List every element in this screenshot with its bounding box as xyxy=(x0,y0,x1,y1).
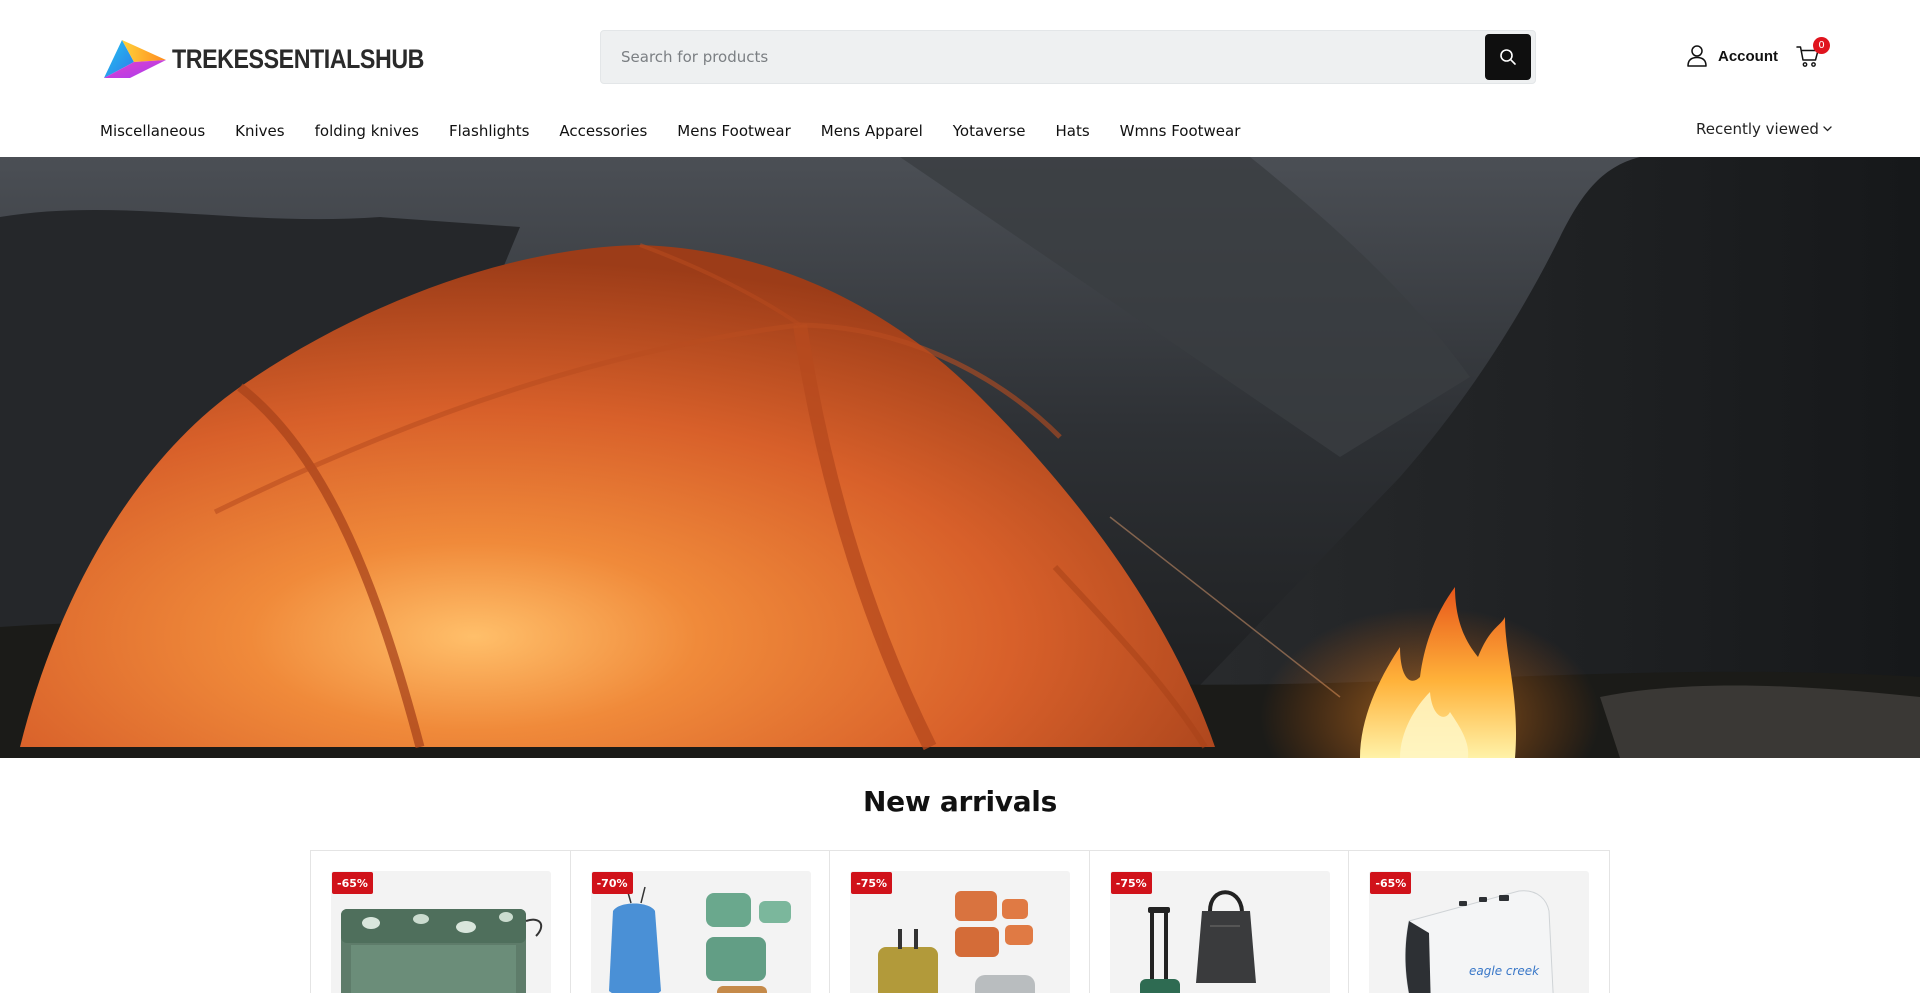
product-card[interactable]: -65% eagle creek xyxy=(1349,851,1609,993)
product-card[interactable]: -75% xyxy=(1090,851,1350,993)
nav-item-hats[interactable]: Hats xyxy=(1056,122,1090,140)
cart-button[interactable]: 0 xyxy=(1796,37,1830,70)
nav-item-flashlights[interactable]: Flashlights xyxy=(449,122,529,140)
brand-logo[interactable]: TREKESSENTIALSHUB xyxy=(100,36,465,82)
brand-name: TREKESSENTIALSHUB xyxy=(172,43,425,74)
new-arrivals-title: New arrivals xyxy=(863,785,1057,818)
nav-item-miscellaneous[interactable]: Miscellaneous xyxy=(100,122,205,140)
product-card[interactable]: -65% xyxy=(311,851,571,993)
discount-badge: -75% xyxy=(1110,872,1152,894)
discount-badge: -65% xyxy=(332,872,373,894)
nav-item-accessories[interactable]: Accessories xyxy=(559,122,647,140)
search-bar xyxy=(600,30,1536,84)
discount-badge: -75% xyxy=(851,872,893,894)
nav-item-yotaverse[interactable]: Yotaverse xyxy=(953,122,1026,140)
nav-item-mens-footwear[interactable]: Mens Footwear xyxy=(677,122,790,140)
recently-viewed-label: Recently viewed xyxy=(1696,120,1819,138)
nav-item-folding-knives[interactable]: folding knives xyxy=(315,122,419,140)
discount-badge: -70% xyxy=(591,872,633,894)
product-card[interactable]: -75% xyxy=(830,851,1090,993)
chevron-down-icon xyxy=(1823,126,1832,132)
nav-item-mens-apparel[interactable]: Mens Apparel xyxy=(821,122,923,140)
hero-banner[interactable] xyxy=(0,157,1920,758)
product-card[interactable]: -70% xyxy=(571,851,831,993)
account-label: Account xyxy=(1718,47,1778,65)
account-link[interactable]: Account xyxy=(1686,44,1778,68)
recently-viewed-dropdown[interactable]: Recently viewed xyxy=(1696,120,1832,138)
prism-logo-icon xyxy=(104,40,166,78)
main-nav: Miscellaneous Knives folding knives Flas… xyxy=(100,120,1270,142)
site-header: TREKESSENTIALSHUB Account 0 Miscellaneou… xyxy=(0,0,1920,157)
discount-badge: -65% xyxy=(1370,872,1412,894)
nav-item-knives[interactable]: Knives xyxy=(235,122,284,140)
search-input[interactable] xyxy=(621,31,1481,83)
search-icon xyxy=(1500,49,1516,65)
adapter-brand-print: eagle creek xyxy=(1469,964,1540,978)
product-grid: -65% -70% -75% -75% -65% eagle creek xyxy=(310,850,1610,993)
search-button[interactable] xyxy=(1485,34,1531,80)
nav-item-wmns-footwear[interactable]: Wmns Footwear xyxy=(1120,122,1241,140)
user-icon xyxy=(1687,45,1707,67)
cart-count-badge: 0 xyxy=(1813,37,1830,54)
camping-tent-hero-image xyxy=(0,157,1920,758)
